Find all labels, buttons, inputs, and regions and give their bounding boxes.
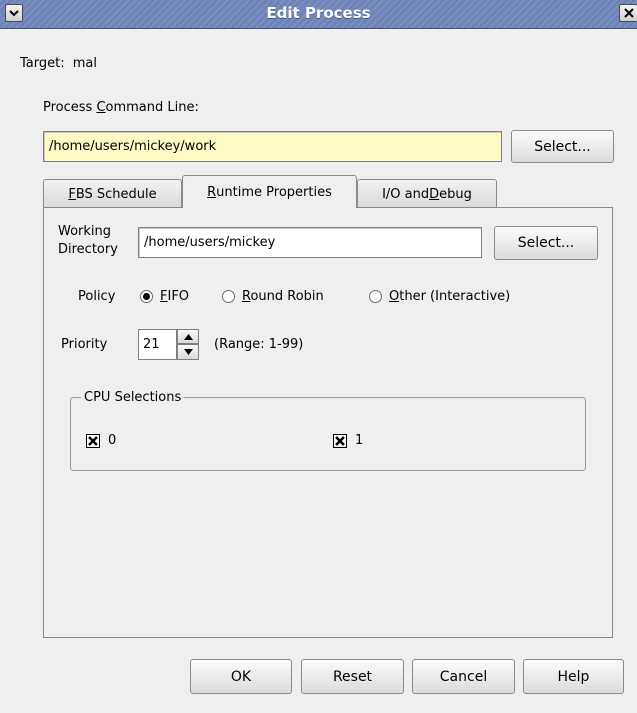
working-directory-label-line: Working xyxy=(58,224,112,239)
priority-spinner[interactable]: 21 xyxy=(138,329,200,360)
priority-increment-button[interactable] xyxy=(177,329,199,344)
command-line-label: Process Command Line: xyxy=(43,100,199,115)
target-label: Target: xyxy=(20,56,65,71)
radio-unselected-icon xyxy=(222,290,235,303)
radio-mnemonic: O xyxy=(389,289,400,304)
tab-io-and-debug[interactable]: I/O and Debug xyxy=(357,179,497,208)
cpu-selections-legend: CPU Selections xyxy=(84,390,182,405)
working-directory-input[interactable]: /home/users/mickey xyxy=(138,227,482,258)
ok-button[interactable]: OK xyxy=(190,659,292,694)
tab-mnemonic: R xyxy=(207,184,217,200)
tab-mnemonic: D xyxy=(429,186,440,202)
target-value: mal xyxy=(72,56,97,71)
tab-label: untime Properties xyxy=(216,184,332,200)
tab-label: I/O and xyxy=(382,186,430,202)
tab-label: BS Schedule xyxy=(75,186,157,202)
target-line: Target: mal xyxy=(20,56,97,71)
command-label-part: ommand Line: xyxy=(105,100,199,115)
cpu-selections-group: CPU Selections xyxy=(70,390,586,471)
priority-decrement-button[interactable] xyxy=(177,344,199,360)
radio-label: ther (Interactive) xyxy=(399,289,511,304)
policy-label: Policy xyxy=(78,289,116,304)
priority-range-text: (Range: 1-99) xyxy=(214,337,304,352)
window-title: Edit Process xyxy=(266,4,371,22)
working-directory-label: Working Directory xyxy=(58,223,118,259)
help-button[interactable]: Help xyxy=(523,659,624,694)
close-button[interactable] xyxy=(619,4,637,22)
tab-mnemonic: F xyxy=(68,186,76,202)
reset-button[interactable]: Reset xyxy=(301,659,404,694)
cancel-button[interactable]: Cancel xyxy=(412,659,515,694)
priority-label: Priority xyxy=(61,337,108,352)
priority-input[interactable]: 21 xyxy=(138,329,177,360)
command-select-button[interactable]: Select... xyxy=(511,130,614,163)
radio-label: ound Robin xyxy=(250,289,324,304)
title-bar[interactable]: Edit Process xyxy=(0,0,637,29)
tab-label: ebug xyxy=(439,186,472,202)
cpu-0-checkbox[interactable]: 0 xyxy=(86,433,116,448)
arrow-up-icon xyxy=(183,333,193,340)
command-line-input[interactable]: /home/users/mickey/work xyxy=(43,131,502,162)
edit-process-dialog: Edit Process Target: mal Process Command… xyxy=(0,0,637,713)
policy-fifo-radio[interactable]: FIFO xyxy=(140,289,189,304)
x-mark-icon xyxy=(86,433,100,448)
working-directory-value: /home/users/mickey xyxy=(144,235,276,250)
command-label-part: Process xyxy=(43,100,97,115)
arrow-down-icon xyxy=(183,349,193,355)
command-label-mnemonic: C xyxy=(96,100,106,115)
radio-label: IFO xyxy=(167,289,190,304)
tab-fbs-schedule[interactable]: F BS Schedule xyxy=(43,179,182,208)
policy-other-radio[interactable]: Other (Interactive) xyxy=(369,289,510,304)
command-line-value: /home/users/mickey/work xyxy=(49,139,217,154)
tab-runtime-properties[interactable]: Runtime Properties xyxy=(182,175,357,208)
policy-round-robin-radio[interactable]: Round Robin xyxy=(222,289,324,304)
x-mark-icon xyxy=(333,433,347,448)
working-directory-label-line: Directory xyxy=(58,242,118,257)
priority-value: 21 xyxy=(143,337,160,352)
close-icon xyxy=(623,8,634,18)
cpu-0-label: 0 xyxy=(108,433,117,448)
working-directory-select-button[interactable]: Select... xyxy=(494,226,598,260)
radio-unselected-icon xyxy=(369,290,382,303)
radio-selected-icon xyxy=(140,290,153,303)
cpu-1-label: 1 xyxy=(355,433,364,448)
cpu-1-checkbox[interactable]: 1 xyxy=(333,433,363,448)
